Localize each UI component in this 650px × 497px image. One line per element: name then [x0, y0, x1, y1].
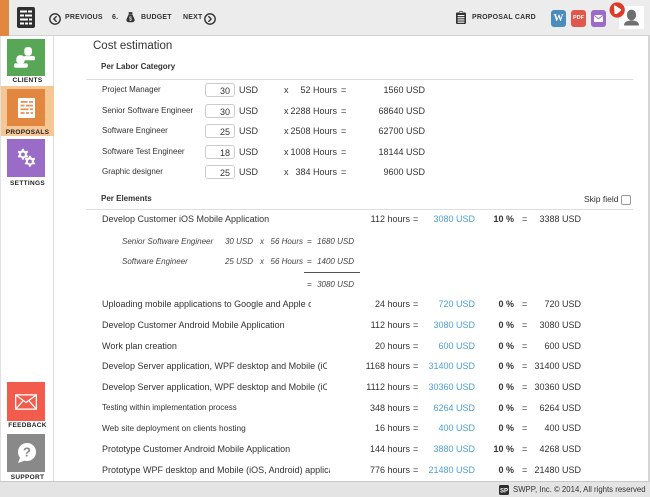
svg-text:?: ?	[23, 445, 31, 460]
svg-text:SP: SP	[500, 489, 508, 495]
